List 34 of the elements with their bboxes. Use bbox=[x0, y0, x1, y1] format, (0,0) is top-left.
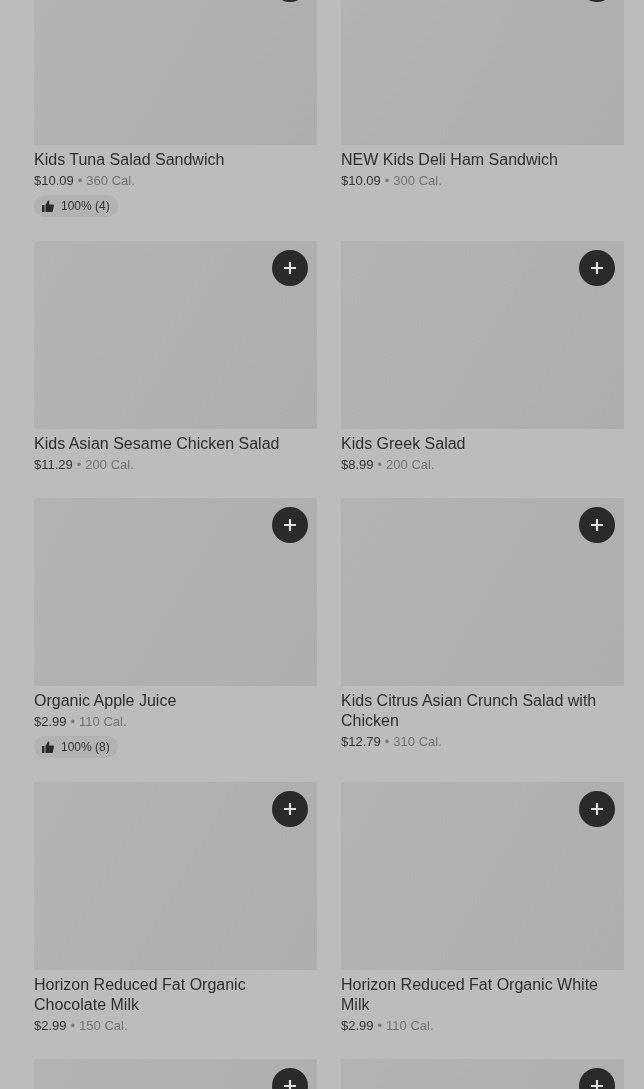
separator-dot: • bbox=[70, 1017, 76, 1035]
item-price: $10.09 bbox=[341, 172, 381, 190]
separator-dot: • bbox=[70, 713, 76, 731]
separator-dot: • bbox=[77, 172, 83, 190]
item-calories: 200 Cal. bbox=[85, 456, 134, 474]
rating-text: 100% (4) bbox=[61, 198, 110, 214]
item-price: $10.09 bbox=[34, 172, 74, 190]
item-title: Kids Greek Salad bbox=[341, 434, 467, 454]
item-price: $12.79 bbox=[341, 733, 381, 751]
item-price: $8.99 bbox=[341, 456, 374, 474]
item-calories: 300 Cal. bbox=[393, 172, 442, 190]
separator-dot: • bbox=[384, 733, 390, 751]
item-title: Horizon Reduced Fat Organic White Milk bbox=[341, 975, 599, 1015]
item-title: NEW Kids Deli Ham Sandwich bbox=[341, 150, 559, 170]
item-price: $2.99 bbox=[341, 1017, 374, 1035]
item-title: Horizon Reduced Fat Organic Chocolate Milk bbox=[34, 975, 247, 1015]
item-calories: 110 Cal. bbox=[79, 713, 127, 731]
item-price: $2.99 bbox=[34, 1017, 67, 1035]
separator-dot: • bbox=[76, 456, 82, 474]
item-price: $11.29 bbox=[34, 456, 73, 474]
item-price: $2.99 bbox=[34, 713, 67, 731]
separator-dot: • bbox=[377, 1017, 383, 1035]
item-calories: 150 Cal. bbox=[79, 1017, 128, 1035]
item-title: Organic Apple Juice bbox=[34, 691, 178, 711]
separator-dot: • bbox=[377, 456, 383, 474]
rating-text: 100% (8) bbox=[61, 739, 110, 755]
item-calories: 200 Cal. bbox=[386, 456, 435, 474]
item-title: Kids Tuna Salad Sandwich bbox=[34, 150, 226, 170]
separator-dot: • bbox=[384, 172, 390, 190]
item-calories: 110 Cal. bbox=[386, 1017, 434, 1035]
item-calories: 360 Cal. bbox=[86, 172, 135, 190]
item-title: Kids Asian Sesame Chicken Salad bbox=[34, 434, 281, 454]
item-calories: 310 Cal. bbox=[393, 733, 442, 751]
item-title: Kids Citrus Asian Crunch Salad with Chicken bbox=[341, 691, 598, 731]
